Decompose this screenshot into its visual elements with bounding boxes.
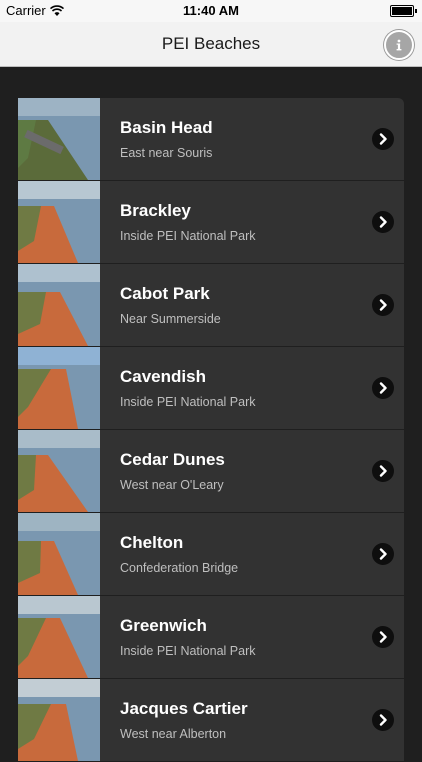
beach-photo <box>18 679 100 761</box>
disclosure-button[interactable] <box>372 211 394 233</box>
beach-photo <box>18 347 100 429</box>
beach-thumbnail <box>18 679 100 761</box>
navigation-bar: PEI Beaches <box>0 22 422 67</box>
chevron-right-icon <box>379 382 387 394</box>
beach-row[interactable]: Brackley Inside PEI National Park <box>18 181 404 263</box>
disclosure-button[interactable] <box>372 460 394 482</box>
chevron-right-icon <box>379 216 387 228</box>
disclosure-button[interactable] <box>372 626 394 648</box>
status-bar: Carrier 11:40 AM <box>0 0 422 22</box>
beach-row[interactable]: Cabot Park Near Summerside <box>18 264 404 346</box>
beach-name: Brackley <box>120 201 191 220</box>
beach-photo <box>18 181 100 263</box>
beach-thumbnail <box>18 347 100 429</box>
chevron-right-icon <box>379 548 387 560</box>
beach-location: West near Alberton <box>120 727 227 741</box>
beach-row[interactable]: Cavendish Inside PEI National Park <box>18 347 404 429</box>
chevron-right-icon <box>379 465 387 477</box>
beach-name: Basin Head <box>120 118 213 137</box>
chevron-right-icon <box>379 714 387 726</box>
page-title: PEI Beaches <box>161 34 261 53</box>
info-icon <box>396 39 402 51</box>
beach-photo <box>18 98 100 180</box>
beach-thumbnail <box>18 98 100 180</box>
beach-location: Inside PEI National Park <box>120 229 256 243</box>
beach-thumbnail <box>18 430 100 512</box>
beach-name: Jacques Cartier <box>120 699 248 718</box>
beach-row[interactable]: Greenwich Inside PEI National Park <box>18 596 404 678</box>
beach-row[interactable]: Jacques Cartier West near Alberton <box>18 679 404 761</box>
beach-row[interactable]: Basin Head East near Souris <box>18 98 404 180</box>
beach-thumbnail <box>18 181 100 263</box>
beach-photo <box>18 430 100 512</box>
beach-location: Near Summerside <box>120 312 221 326</box>
beach-photo <box>18 513 100 595</box>
beach-photo <box>18 596 100 678</box>
info-button[interactable] <box>384 30 414 60</box>
beach-name: Cabot Park <box>120 284 210 303</box>
beach-location: Inside PEI National Park <box>120 395 256 409</box>
beach-photo <box>18 264 100 346</box>
disclosure-button[interactable] <box>372 543 394 565</box>
disclosure-button[interactable] <box>372 377 394 399</box>
chevron-right-icon <box>379 133 387 145</box>
beach-row[interactable]: Cedar Dunes West near O'Leary <box>18 430 404 512</box>
beach-name: Chelton <box>120 533 184 552</box>
clock: 11:40 AM <box>183 3 239 18</box>
beach-list: Basin Head East near Souris Brackley Inside… <box>18 98 404 762</box>
beach-location: Confederation Bridge <box>120 561 239 575</box>
chevron-right-icon <box>379 299 387 311</box>
beach-location: Inside PEI National Park <box>120 644 256 658</box>
beach-thumbnail <box>18 596 100 678</box>
beach-thumbnail <box>18 513 100 595</box>
beach-location: East near Souris <box>120 146 213 160</box>
battery-icon <box>390 5 417 17</box>
beach-location: West near O'Leary <box>120 478 224 492</box>
beach-row[interactable]: Chelton Confederation Bridge <box>18 513 404 595</box>
beach-name: Cavendish <box>120 367 206 386</box>
disclosure-button[interactable] <box>372 709 394 731</box>
chevron-right-icon <box>379 631 387 643</box>
disclosure-button[interactable] <box>372 294 394 316</box>
beach-name: Greenwich <box>120 616 207 635</box>
disclosure-button[interactable] <box>372 128 394 150</box>
beach-name: Cedar Dunes <box>120 450 225 469</box>
beach-thumbnail <box>18 264 100 346</box>
